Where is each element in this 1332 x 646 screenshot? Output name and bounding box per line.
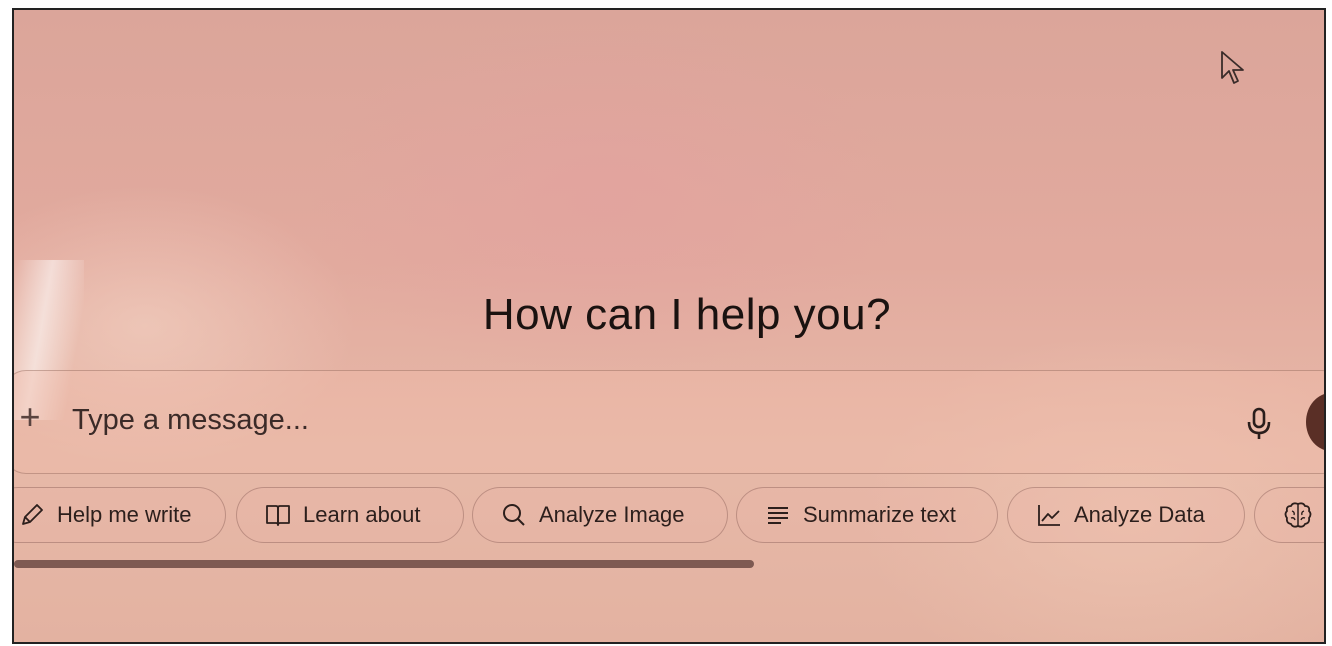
chip-label: Analyze Image <box>539 502 685 527</box>
line-chart-icon <box>1038 505 1060 526</box>
suggestion-analyze-data[interactable]: Analyze Data <box>1007 487 1245 543</box>
suggestion-learn-about[interactable]: Learn about <box>236 487 464 543</box>
page-title: How can I help you? <box>482 290 892 339</box>
chip-label: Summarize text <box>803 502 956 527</box>
chip-label: Analyze Data <box>1074 502 1205 527</box>
suggestion-summarize-text[interactable]: Summarize text <box>736 487 998 543</box>
suggestion-more[interactable] <box>1254 487 1324 543</box>
brain-icon <box>1284 502 1312 528</box>
chip-label: Learn about <box>303 502 421 527</box>
search-icon <box>503 504 525 526</box>
suggestion-help-me-write[interactable]: Help me write <box>14 487 226 543</box>
photo-frame: How can I help you? + Help me write <box>0 0 1332 646</box>
suggestion-analyze-image[interactable]: Analyze Image <box>472 487 728 543</box>
book-icon <box>266 505 290 526</box>
pencil-icon <box>22 504 43 525</box>
horizontal-scrollbar[interactable] <box>14 560 754 568</box>
add-attachment-button[interactable]: + <box>14 399 46 435</box>
message-input[interactable] <box>72 400 1172 440</box>
chip-label: Help me write <box>57 502 192 527</box>
text-lines-icon <box>768 507 788 524</box>
plus-icon: + <box>19 396 41 437</box>
suggestion-chips: Help me write Learn about Analyze Image <box>14 487 1324 545</box>
mouse-cursor-icon <box>1221 51 1244 84</box>
chat-screen: How can I help you? + Help me write <box>12 8 1326 644</box>
microphone-icon[interactable] <box>1246 407 1272 441</box>
